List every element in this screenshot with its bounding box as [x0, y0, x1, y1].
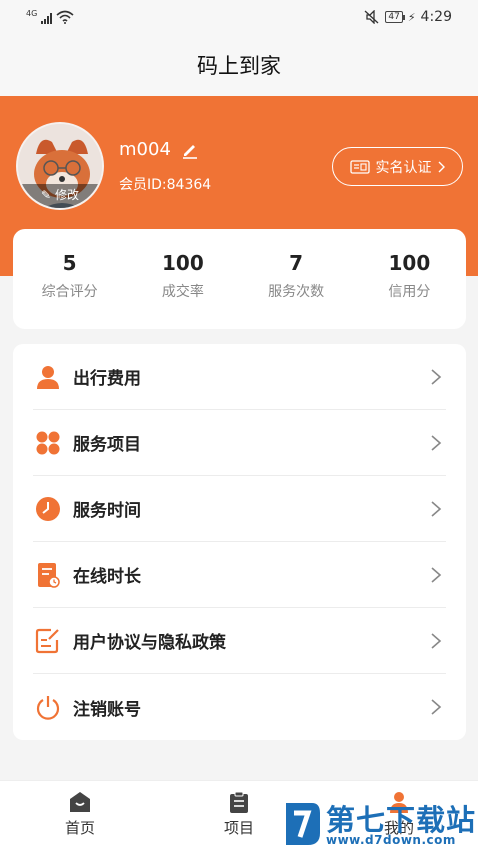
- chevron-right-icon: [438, 161, 445, 172]
- stat-label: 综合评分: [41, 284, 98, 300]
- charging-icon: ⚡: [407, 10, 416, 24]
- clipboard-icon: [230, 791, 248, 813]
- pencil-icon: ✎: [41, 188, 52, 202]
- stat-label: 信用分: [388, 284, 431, 300]
- stat-label: 成交率: [161, 284, 204, 300]
- grid-icon: [36, 431, 60, 454]
- menu-item-online-duration[interactable]: 在线时长: [33, 542, 446, 608]
- menu-item-services[interactable]: 服务项目: [33, 410, 446, 476]
- chevron-right-icon: [431, 566, 442, 583]
- chevron-right-icon: [431, 699, 442, 715]
- person-icon: [37, 365, 59, 389]
- stats-card: 5 综合评分 100 成交率 7 服务次数 100 信用分: [13, 229, 466, 329]
- stat-value: 100: [388, 251, 431, 275]
- chevron-right-icon: [431, 368, 442, 385]
- chevron-right-icon: [431, 632, 442, 649]
- menu-item-user-agreement[interactable]: 用户协议与隐私政策: [33, 608, 446, 674]
- watermark: 第七下载站 www.d7down.com: [282, 795, 478, 850]
- watermark-logo: [286, 803, 320, 845]
- menu-label: 服务时间: [73, 501, 141, 521]
- mute-icon: [364, 10, 379, 24]
- avatar-edit-button[interactable]: ✎ 修改: [18, 184, 102, 208]
- nav-projects[interactable]: 项目: [199, 791, 279, 838]
- clock-icon: [36, 496, 60, 521]
- network-label: 4G: [26, 9, 38, 18]
- signal-icon: [41, 12, 53, 24]
- home-icon: [70, 792, 90, 812]
- stat-credit: 100 信用分: [353, 229, 466, 329]
- nav-label: 项目: [223, 819, 254, 837]
- nav-label: 首页: [64, 819, 95, 837]
- stat-label: 服务次数: [268, 284, 325, 300]
- edit-document-icon: [35, 628, 59, 653]
- menu-item-travel-fee[interactable]: 出行费用: [33, 344, 446, 410]
- verify-label: 实名认证: [375, 159, 432, 176]
- username: m004: [119, 139, 171, 160]
- stat-value: 5: [62, 251, 77, 275]
- menu-label: 出行费用: [73, 369, 141, 389]
- stat-service-count: 7 服务次数: [240, 229, 353, 329]
- page-title: 码上到家: [0, 36, 478, 96]
- status-right: 47 ⚡ 4:29: [364, 9, 452, 25]
- stat-value: 100: [162, 251, 204, 275]
- edit-name-icon[interactable]: [181, 141, 199, 159]
- watermark-url: www.d7down.com: [326, 833, 456, 847]
- status-left: 4G: [26, 10, 74, 24]
- chevron-right-icon: [431, 434, 442, 451]
- menu-item-service-time[interactable]: 服务时间: [33, 476, 446, 542]
- stat-rating: 5 综合评分: [13, 229, 126, 329]
- menu-item-delete-account[interactable]: 注销账号: [33, 674, 446, 740]
- member-id: 会员ID:84364: [119, 177, 212, 193]
- menu-label: 服务项目: [73, 435, 141, 455]
- wifi-icon: [56, 10, 74, 24]
- status-bar: 4G 47 ⚡ 4:29: [0, 0, 478, 36]
- username-row: m004: [119, 139, 199, 160]
- nav-home[interactable]: 首页: [40, 791, 120, 838]
- menu-label: 在线时长: [73, 567, 141, 587]
- document-icon: [38, 562, 60, 588]
- status-time: 4:29: [420, 9, 452, 25]
- avatar[interactable]: ✎ 修改: [16, 122, 104, 210]
- stat-deal-rate: 100 成交率: [126, 229, 239, 329]
- battery-indicator: 47: [385, 11, 406, 23]
- menu-label: 注销账号: [73, 699, 141, 720]
- chevron-right-icon: [431, 500, 442, 517]
- avatar-edit-label: 修改: [54, 188, 79, 202]
- id-card-icon: [349, 159, 370, 174]
- menu-label: 用户协议与隐私政策: [73, 633, 226, 653]
- power-icon: [36, 696, 60, 720]
- verify-button[interactable]: 实名认证: [332, 147, 463, 186]
- menu-card: 出行费用 服务项目 服务时间 在线时长 用户协议与隐私政策 注销账号: [13, 344, 466, 740]
- stat-value: 7: [289, 251, 304, 275]
